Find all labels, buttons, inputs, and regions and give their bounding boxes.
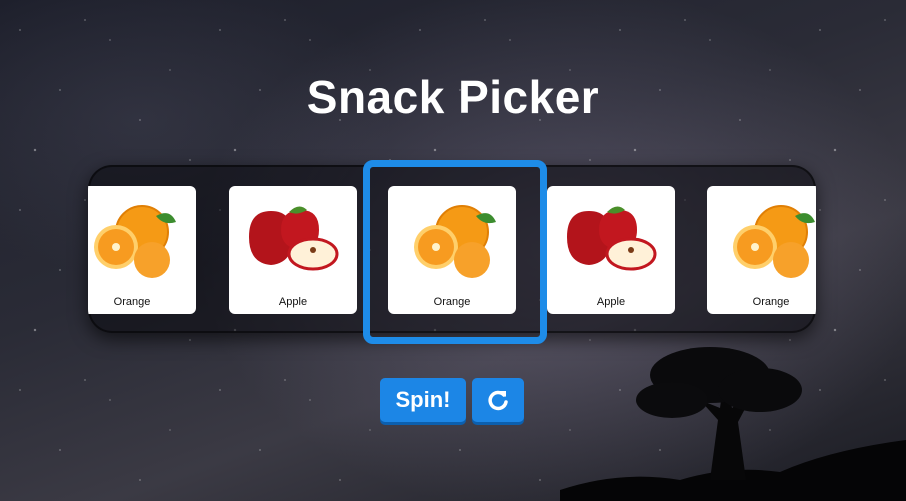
reel-card: Apple [229,186,357,314]
card-label: Apple [596,296,626,308]
orange-icon [94,205,176,278]
selection-frame [363,160,547,344]
reel-card: Orange [88,186,196,314]
page-title: Snack Picker [306,71,600,123]
refresh-icon [488,390,508,411]
card-label: Apple [278,296,308,308]
apple-icon [567,206,657,271]
card-label: Orange [752,296,790,308]
reel-card: Orange [707,186,816,314]
spin-button[interactable]: Spin! [380,378,466,422]
card-label: Orange [113,296,151,308]
reset-button[interactable] [472,378,524,422]
tree-silhouette [560,347,906,501]
orange-icon [733,205,815,278]
reel-card: Apple [547,186,675,314]
apple-icon [249,206,339,271]
